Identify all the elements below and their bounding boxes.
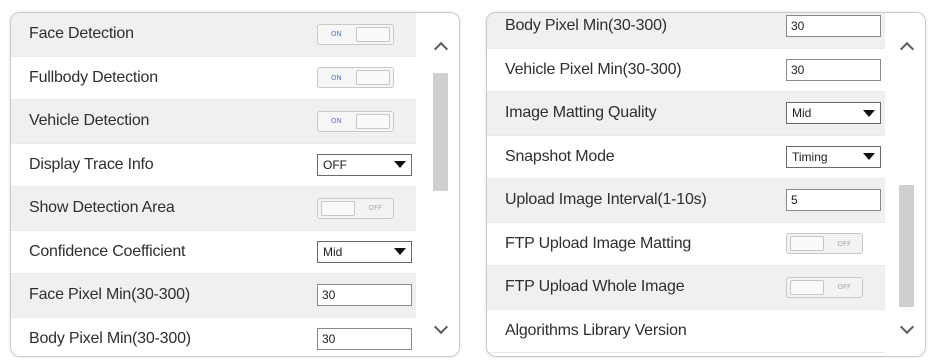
- toggle-knob: [790, 279, 824, 295]
- setting-row-body-pixel-min: Body Pixel Min(30-300) 30: [11, 318, 416, 357]
- setting-label: Algorithms Library Version: [505, 321, 687, 339]
- settings-list-left: Face Detection ON Fullbody Detection ON …: [11, 13, 416, 357]
- scroll-up-button[interactable]: [431, 39, 451, 57]
- toggle-state: OFF: [837, 239, 851, 248]
- face-detection-toggle[interactable]: ON: [317, 23, 394, 45]
- setting-label: Body Pixel Min(30-300): [505, 17, 667, 35]
- select-value: Timing: [792, 149, 828, 164]
- setting-label: FTP Upload Whole Image: [505, 278, 685, 296]
- show-detection-area-toggle[interactable]: OFF: [317, 197, 394, 219]
- setting-label: Fullbody Detection: [29, 68, 158, 86]
- toggle-knob: [321, 200, 355, 216]
- select-value: Mid: [323, 244, 343, 259]
- setting-row-snapshot-mode: Snapshot Mode Timing: [487, 136, 885, 179]
- face-pixel-min-input[interactable]: 30: [317, 284, 412, 307]
- dropdown-arrow-icon: [394, 161, 406, 169]
- setting-label: Body Pixel Min(30-300): [29, 329, 191, 347]
- toggle-knob: [356, 26, 390, 42]
- setting-row-algorithms-library-version: Algorithms Library Version: [487, 310, 885, 353]
- vehicle-pixel-min-input[interactable]: 30: [786, 58, 881, 81]
- snapshot-mode-select[interactable]: Timing: [786, 145, 881, 168]
- setting-row-face-detection: Face Detection ON: [11, 13, 416, 57]
- scrollbar-right[interactable]: [888, 13, 925, 356]
- toggle-knob: [790, 236, 824, 252]
- chevron-up-icon: [433, 41, 449, 57]
- setting-label: Snapshot Mode: [505, 147, 615, 165]
- setting-label: Confidence Coefficient: [29, 242, 186, 260]
- setting-row-body-pixel-min: Body Pixel Min(30-300) 30: [487, 13, 885, 49]
- settings-panel-left: Face Detection ON Fullbody Detection ON …: [10, 12, 460, 357]
- scroll-thumb[interactable]: [899, 185, 914, 307]
- select-value: Mid: [792, 106, 812, 121]
- setting-label: Image Matting Quality: [505, 104, 657, 122]
- dropdown-arrow-icon: [863, 109, 875, 117]
- select-value: OFF: [323, 157, 347, 172]
- scroll-up-button[interactable]: [897, 39, 917, 57]
- setting-row-ftp-upload-image-matting: FTP Upload Image Matting OFF: [487, 223, 885, 266]
- toggle-state: OFF: [368, 204, 382, 213]
- setting-row-image-matting-quality: Image Matting Quality Mid: [487, 92, 885, 136]
- setting-row-show-detection-area: Show Detection Area OFF: [11, 187, 416, 231]
- fullbody-detection-toggle[interactable]: ON: [317, 67, 394, 89]
- toggle-state: OFF: [837, 283, 851, 292]
- setting-label: Display Trace Info: [29, 155, 154, 173]
- setting-row-vehicle-pixel-min: Vehicle Pixel Min(30-300) 30: [487, 49, 885, 92]
- setting-row-ftp-upload-whole-image: FTP Upload Whole Image OFF: [487, 266, 885, 310]
- scroll-thumb[interactable]: [433, 73, 448, 191]
- body-pixel-min-input[interactable]: 30: [786, 15, 881, 38]
- settings-list-right: Body Pixel Min(30-300) 30 Vehicle Pixel …: [487, 13, 885, 353]
- setting-row-fullbody-detection: Fullbody Detection ON: [11, 57, 416, 100]
- dropdown-arrow-icon: [863, 153, 875, 161]
- setting-label: Show Detection Area: [29, 199, 175, 217]
- toggle-state: ON: [331, 73, 342, 82]
- setting-label: Vehicle Pixel Min(30-300): [505, 60, 682, 78]
- confidence-coefficient-select[interactable]: Mid: [317, 240, 412, 263]
- toggle-knob: [356, 113, 390, 129]
- settings-panel-right: Body Pixel Min(30-300) 30 Vehicle Pixel …: [486, 12, 926, 357]
- upload-image-interval-input[interactable]: 5: [786, 189, 881, 212]
- setting-row-face-pixel-min: Face Pixel Min(30-300) 30: [11, 274, 416, 318]
- image-matting-quality-select[interactable]: Mid: [786, 102, 881, 125]
- toggle-state: ON: [331, 117, 342, 126]
- vehicle-detection-toggle[interactable]: ON: [317, 110, 394, 132]
- ftp-upload-whole-image-toggle[interactable]: OFF: [786, 276, 863, 298]
- ftp-upload-image-matting-toggle[interactable]: OFF: [786, 233, 863, 255]
- chevron-down-icon: [433, 319, 449, 335]
- setting-label: Upload Image Interval(1-10s): [505, 191, 707, 209]
- setting-row-vehicle-detection: Vehicle Detection ON: [11, 100, 416, 144]
- setting-row-upload-image-interval: Upload Image Interval(1-10s) 5: [487, 179, 885, 223]
- chevron-down-icon: [899, 319, 915, 335]
- setting-label: Face Pixel Min(30-300): [29, 286, 190, 304]
- setting-label: FTP Upload Image Matting: [505, 234, 692, 252]
- toggle-knob: [356, 70, 390, 86]
- setting-label: Face Detection: [29, 25, 134, 43]
- dropdown-arrow-icon: [394, 248, 406, 256]
- setting-label: Vehicle Detection: [29, 112, 150, 130]
- chevron-up-icon: [899, 41, 915, 57]
- scroll-down-button[interactable]: [431, 319, 451, 338]
- setting-row-display-trace-info: Display Trace Info OFF: [11, 144, 416, 187]
- scrollbar-left[interactable]: [422, 13, 459, 356]
- toggle-state: ON: [331, 30, 342, 39]
- setting-row-confidence-coefficient: Confidence Coefficient Mid: [11, 231, 416, 274]
- display-trace-info-select[interactable]: OFF: [317, 153, 412, 176]
- body-pixel-min-input[interactable]: 30: [317, 327, 412, 350]
- scroll-down-button[interactable]: [897, 319, 917, 338]
